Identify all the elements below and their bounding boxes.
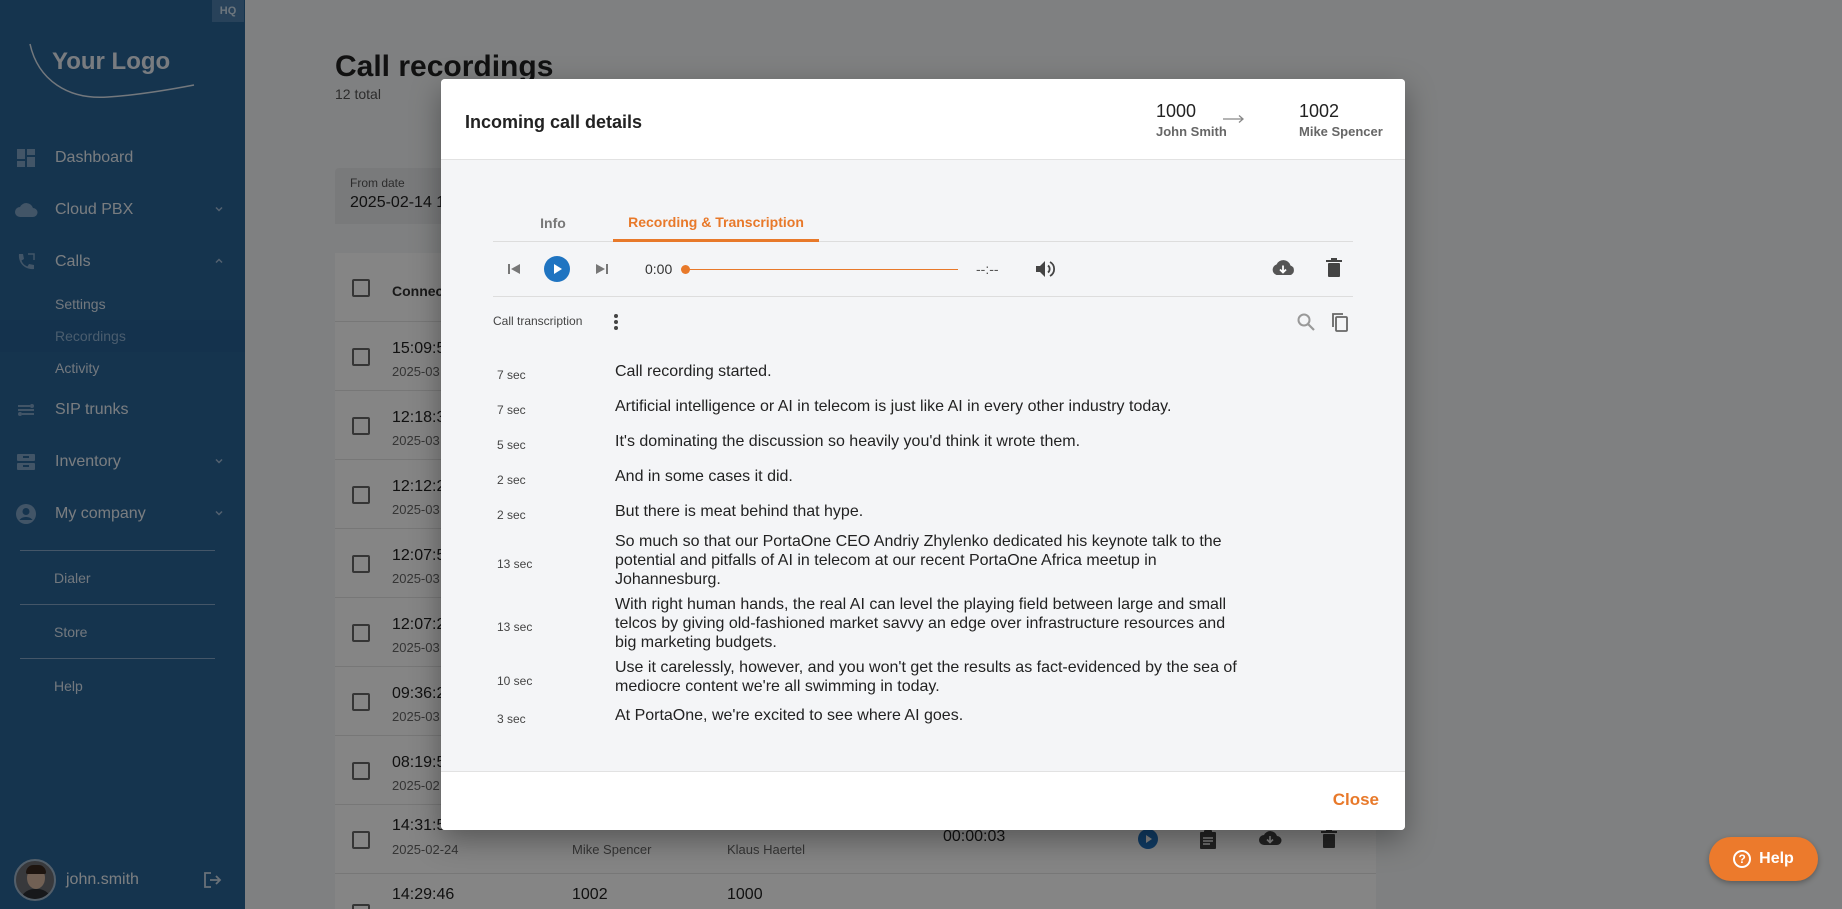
line-duration: 7 sec [497,403,526,417]
skip-next-icon[interactable] [594,258,610,285]
caller-name: John Smith [1156,124,1227,139]
more-vert-icon[interactable] [613,313,619,336]
skip-previous-icon[interactable] [506,258,522,285]
transcription-title: Call transcription [493,314,583,328]
callee-name: Mike Spencer [1299,124,1383,139]
search-icon[interactable] [1296,312,1316,337]
line-text: So much so that our PortaOne CEO Andriy … [615,533,1222,588]
close-button[interactable]: Close [1333,790,1379,810]
dialog-title: Incoming call details [465,112,643,132]
call-details-dialog: Incoming call details 1000 John Smith 10… [441,79,1405,830]
caller-info: 1000 John Smith [1156,101,1227,139]
help-button-label: Help [1759,850,1794,867]
play-button[interactable] [544,256,570,282]
tab-info[interactable]: Info [493,204,613,242]
line-text: But there is meat behind that hype. [615,503,864,520]
transcription-toolbar: Call transcription [493,307,1353,337]
copy-icon[interactable] [1330,312,1350,337]
arrow-right-icon [1222,112,1246,130]
dialog-header: Incoming call details 1000 John Smith 10… [441,79,1405,160]
audio-player: 0:00 --:-- [493,242,1353,297]
line-text: Use it carelessly, however, and you won'… [615,659,1237,695]
seek-track[interactable] [684,269,958,270]
caller-number: 1000 [1156,101,1197,121]
delete-icon[interactable] [1326,258,1342,283]
callee-number: 1002 [1299,101,1340,121]
dialog-footer: Close [441,771,1405,830]
dialog-tabs: Info Recording & Transcription [493,204,1353,242]
line-duration: 13 sec [497,557,533,571]
line-duration: 2 sec [497,508,526,522]
play-icon [554,264,562,274]
line-duration: 2 sec [497,473,526,487]
total-duration: --:-- [976,261,999,277]
line-text: Artificial intelligence or AI in telecom… [615,398,1172,415]
line-duration: 13 sec [497,620,533,634]
cloud-download-icon[interactable] [1270,258,1296,283]
line-duration: 3 sec [497,712,526,726]
callee-info: 1002 Mike Spencer [1299,101,1383,139]
tab-recording-transcription[interactable]: Recording & Transcription [613,204,819,242]
current-time: 0:00 [645,261,673,277]
seek-thumb[interactable] [681,265,690,274]
line-text: With right human hands, the real AI can … [615,596,1227,651]
line-text: At PortaOne, we're excited to see where … [615,707,964,724]
help-icon: ? [1733,850,1752,868]
line-duration: 10 sec [497,674,533,688]
line-text: It's dominating the discussion so heavil… [615,433,1081,450]
line-duration: 7 sec [497,368,526,382]
line-text: And in some cases it did. [615,468,793,485]
volume-icon[interactable] [1034,258,1056,285]
line-duration: 5 sec [497,438,526,452]
help-button[interactable]: ? Help [1709,837,1818,881]
line-text: Call recording started. [615,363,772,380]
